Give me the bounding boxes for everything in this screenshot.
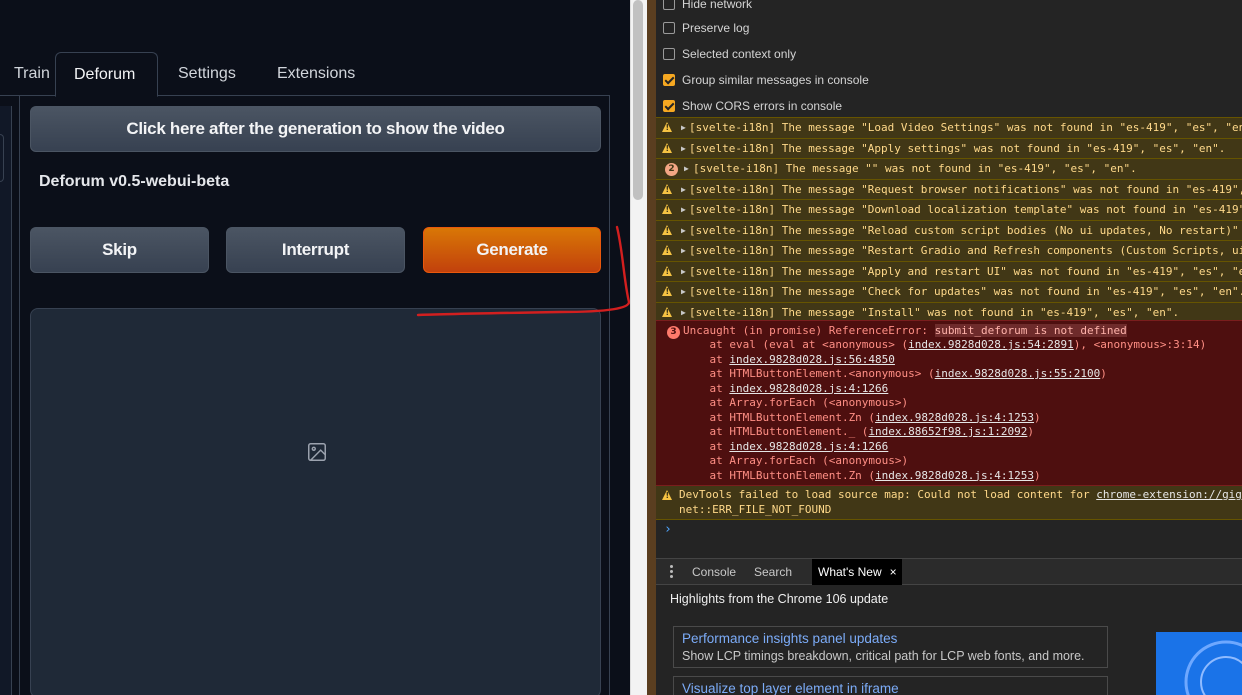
checkbox-icon[interactable] xyxy=(663,48,675,60)
console-warning[interactable]: ▶[svelte-i18n] The message "Install" was… xyxy=(656,301,1242,322)
console-warning-grouped[interactable]: 2 ▶ [svelte-i18n] The message "" was not f… xyxy=(656,158,1242,179)
whats-new-card[interactable]: Visualize top layer element in iframe xyxy=(673,676,1108,695)
interrupt-button[interactable]: Interrupt xyxy=(226,227,405,273)
stack-frame: at index.9828d028.js:4:1266 xyxy=(683,381,889,395)
tab-extensions[interactable]: Extensions xyxy=(259,52,373,96)
card-title[interactable]: Performance insights panel updates xyxy=(682,631,1099,646)
expand-triangle-icon[interactable]: ▶ xyxy=(681,118,686,138)
tab-settings[interactable]: Settings xyxy=(160,52,254,96)
warning-icon xyxy=(662,224,672,235)
checkbox-checked-icon[interactable] xyxy=(663,100,675,112)
whats-new-card[interactable]: Performance insights panel updates Show … xyxy=(673,626,1108,668)
option-show-cors[interactable]: Show CORS errors in console xyxy=(663,97,842,115)
sourcemap-warning[interactable]: DevTools failed to load source map: Coul… xyxy=(656,486,1242,520)
option-preserve-log[interactable]: Preserve log xyxy=(663,19,749,37)
console-prompt[interactable]: › xyxy=(664,522,672,537)
scrollbar-thumb[interactable] xyxy=(633,0,643,200)
expand-triangle-icon[interactable]: ▶ xyxy=(681,282,686,302)
card-description: Show LCP timings breakdown, critical pat… xyxy=(682,649,1085,663)
console-warning[interactable]: ▶[svelte-i18n] The message "Apply settin… xyxy=(656,137,1242,159)
image-placeholder-icon xyxy=(308,443,326,461)
desktop-background-strip xyxy=(647,0,656,695)
skip-button[interactable]: Skip xyxy=(30,227,209,273)
checkbox-icon[interactable] xyxy=(663,0,675,10)
warning-icon xyxy=(662,183,672,194)
card-title[interactable]: Visualize top layer element in iframe xyxy=(682,681,1099,695)
warning-icon xyxy=(662,122,672,132)
warning-icon xyxy=(662,265,672,276)
stack-frame: at Array.forEach (<anonymous>) xyxy=(683,454,909,467)
option-hide-network[interactable]: Hide network xyxy=(663,0,752,13)
console-error[interactable]: 3 Uncaught (in promise) ReferenceError: … xyxy=(656,320,1242,486)
highlights-title: Highlights from the Chrome 106 update xyxy=(670,592,889,606)
repeat-count-badge: 2 xyxy=(665,163,678,176)
version-label: Deforum v0.5-webui-beta xyxy=(39,173,230,190)
checkbox-checked-icon[interactable] xyxy=(663,74,675,86)
stack-frame-link[interactable]: index.9828d028.js:4:1253 xyxy=(875,411,1034,424)
warning-icon xyxy=(662,286,672,296)
stack-frame-link[interactable]: index.88652f98.js:1:2092 xyxy=(868,425,1027,438)
stack-frame-link[interactable]: index.9828d028.js:55:2100 xyxy=(935,367,1101,380)
expand-triangle-icon[interactable]: ▶ xyxy=(681,221,686,241)
drawer-tab-console[interactable]: Console xyxy=(686,559,742,585)
expand-triangle-icon[interactable]: ▶ xyxy=(681,200,686,220)
drawer-tab-whats-new[interactable]: What's New × xyxy=(812,559,902,585)
error-message: Uncaught (in promise) ReferenceError: su… xyxy=(683,324,1127,337)
console-warning[interactable]: ▶[svelte-i18n] The message "Check for up… xyxy=(656,281,1242,302)
error-highlight: submit_deforum is not defined xyxy=(934,324,1127,337)
console-warning[interactable]: ▶[svelte-i18n] The message "Reload custo… xyxy=(656,219,1242,241)
warning-icon xyxy=(662,245,672,255)
option-group-similar[interactable]: Group similar messages in console xyxy=(663,71,869,89)
devtools-panel: Hide network Preserve log Selected conte… xyxy=(656,0,1242,695)
left-column-control-edge xyxy=(0,134,4,182)
stack-frame-link[interactable]: index.9828d028.js:4:1266 xyxy=(729,440,888,453)
stack-frame: at index.9828d028.js:4:1266 xyxy=(683,439,889,453)
generate-button[interactable]: Generate xyxy=(423,227,601,273)
tab-bar: Train Deforum Settings Extensions xyxy=(0,52,610,97)
warning-icon xyxy=(662,142,672,153)
stack-frame: at HTMLButtonElement.Zn (index.9828d028.… xyxy=(683,410,1041,424)
checkbox-icon[interactable] xyxy=(663,22,675,34)
stack-frame-link[interactable]: index.9828d028.js:4:1253 xyxy=(875,469,1034,482)
expand-triangle-icon[interactable]: ▶ xyxy=(681,262,686,282)
expand-triangle-icon[interactable]: ▶ xyxy=(681,180,686,200)
promo-image xyxy=(1156,632,1242,695)
stack-frame-link[interactable]: index.9828d028.js:56:4850 xyxy=(729,353,895,366)
tab-deforum[interactable]: Deforum xyxy=(55,52,158,97)
expand-triangle-icon[interactable]: ▶ xyxy=(684,159,689,179)
sourcemap-link[interactable]: chrome-extension://gighmmpiobklfepjocnam… xyxy=(1096,488,1242,501)
stack-frame: at HTMLButtonElement._ (index.88652f98.j… xyxy=(683,425,1035,438)
warning-icon xyxy=(662,306,672,317)
console-warning[interactable]: ▶[svelte-i18n] The message "Restart Grad… xyxy=(656,240,1242,261)
stack-frame: at HTMLButtonElement.<anonymous> (index.… xyxy=(683,367,1107,380)
console-warning[interactable]: ▶[svelte-i18n] The message "Apply and re… xyxy=(656,260,1242,282)
drawer-tab-search[interactable]: Search xyxy=(748,559,798,585)
stack-frame-link[interactable]: index.9828d028.js:54:2891 xyxy=(908,338,1074,351)
stack-frame-link[interactable]: index.9828d028.js:4:1266 xyxy=(729,382,888,395)
console-warning[interactable]: ▶[svelte-i18n] The message "Load Video S… xyxy=(656,117,1242,138)
drawer-tab-bar: Console Search What's New × xyxy=(656,558,1242,585)
expand-triangle-icon[interactable]: ▶ xyxy=(681,139,686,159)
webui-panel: Train Deforum Settings Extensions Click … xyxy=(0,0,630,695)
output-image-box[interactable] xyxy=(30,308,601,695)
stack-frame: at eval (eval at <anonymous> (index.9828… xyxy=(683,338,1207,351)
stack-frame: at Array.forEach (<anonymous>) xyxy=(683,396,909,409)
close-icon[interactable]: × xyxy=(890,559,897,585)
expand-triangle-icon[interactable]: ▶ xyxy=(681,241,686,261)
console-warning[interactable]: ▶[svelte-i18n] The message "Download loc… xyxy=(656,199,1242,220)
stack-frame: at HTMLButtonElement.Zn (index.9828d028.… xyxy=(683,468,1041,482)
show-video-button[interactable]: Click here after the generation to show … xyxy=(30,106,601,152)
warning-icon xyxy=(662,490,672,500)
chrome-promo-graphic-icon xyxy=(1184,640,1242,695)
error-count-badge: 3 xyxy=(667,326,680,339)
more-options-icon[interactable] xyxy=(670,565,673,579)
option-selected-context[interactable]: Selected context only xyxy=(663,45,796,63)
console-warning[interactable]: ▶[svelte-i18n] The message "Request brow… xyxy=(656,178,1242,200)
warning-icon xyxy=(662,204,672,214)
left-column-edge xyxy=(0,106,12,695)
stack-frame: at index.9828d028.js:56:4850 xyxy=(683,352,895,366)
